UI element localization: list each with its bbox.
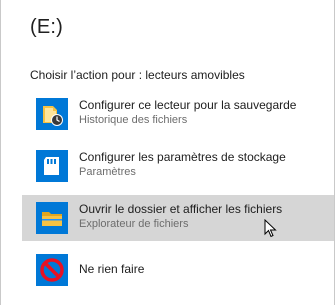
option-label: Ouvrir le dossier et afficher les fichie… [79, 202, 283, 216]
option-sublabel: Explorateur de fichiers [79, 218, 189, 230]
option-configure-backup[interactable]: Configurer ce lecteur pour la sauvegarde… [22, 91, 334, 137]
option-label: Configurer ce lecteur pour la sauvegarde [79, 98, 297, 112]
option-do-nothing[interactable]: Ne rien faire [22, 247, 334, 293]
file-history-icon [36, 98, 68, 130]
autoplay-dialog: (E:) Choisir l’action pour : lecteurs am… [0, 0, 335, 305]
folder-icon [36, 202, 68, 234]
option-sublabel: Historique des fichiers [79, 114, 188, 126]
action-prompt: Choisir l’action pour : lecteurs amovibl… [30, 68, 245, 82]
option-label: Configurer les paramètres de stockage [79, 150, 286, 164]
mouse-cursor-icon [264, 219, 277, 238]
option-sublabel: Paramètres [79, 166, 136, 178]
option-label: Ne rien faire [79, 262, 145, 276]
option-storage-settings[interactable]: Configurer les paramètres de stockage Pa… [22, 143, 334, 189]
option-open-folder[interactable]: Ouvrir le dossier et afficher les fichie… [22, 195, 334, 241]
drive-title: (E:) [30, 16, 64, 38]
sd-card-icon [36, 150, 68, 182]
no-action-icon [36, 254, 68, 286]
